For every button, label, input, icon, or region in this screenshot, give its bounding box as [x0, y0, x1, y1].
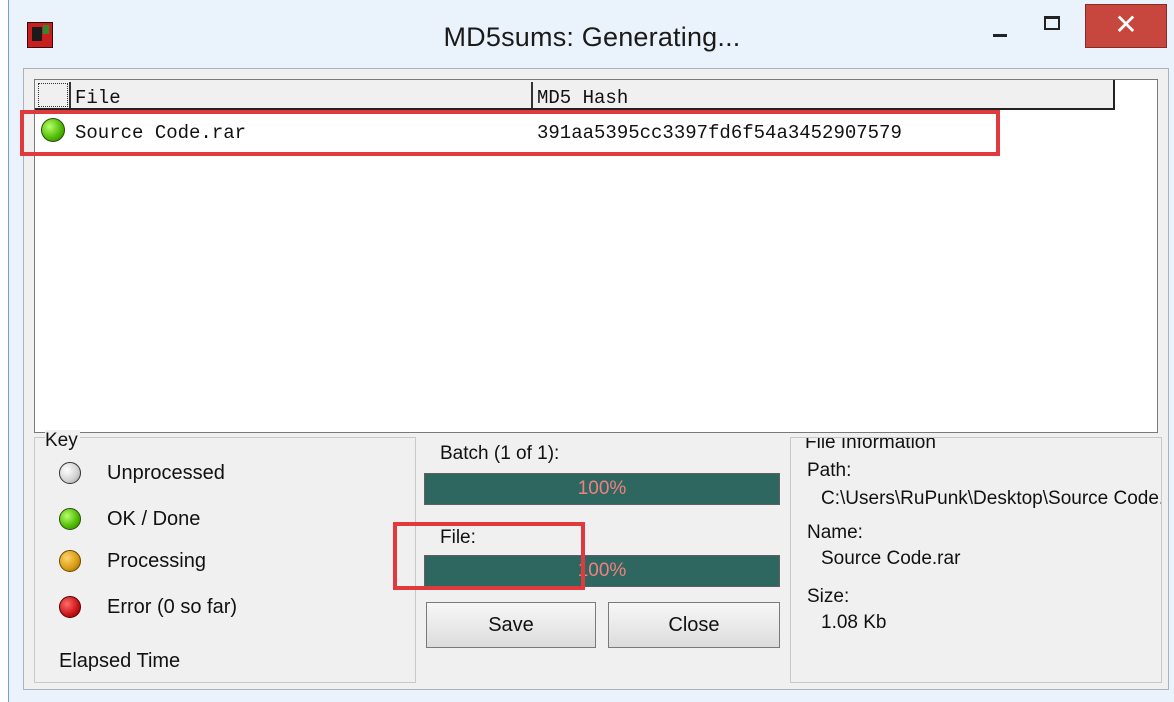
key-title: Key	[45, 430, 80, 452]
file-info-title: File Information	[805, 438, 938, 454]
file-list[interactable]: File MD5 Hash Source Code.rar 391aa5395c…	[34, 79, 1158, 433]
path-value: C:\Users\RuPunk\Desktop\Source Code.rar	[821, 488, 1162, 509]
gray-dot-icon	[59, 462, 81, 484]
file-list-header: File MD5 Hash	[35, 80, 1115, 110]
batch-progress-label: Batch (1 of 1):	[440, 443, 560, 464]
name-value: Source Code.rar	[821, 548, 961, 569]
maximize-button[interactable]	[1031, 4, 1077, 48]
key-label: Unprocessed	[107, 462, 225, 484]
path-label: Path:	[807, 460, 852, 481]
file-information-panel: File Information Path: C:\Users\RuPunk\D…	[790, 437, 1162, 683]
client-area: File MD5 Hash Source Code.rar 391aa5395c…	[23, 68, 1169, 690]
column-header-hash[interactable]: MD5 Hash	[537, 87, 628, 109]
batch-progress-text: 100%	[577, 478, 627, 499]
key-label: OK / Done	[107, 508, 201, 530]
md5-hash-cell: 391aa5395cc3397fd6f54a3452907579	[537, 122, 902, 144]
file-row[interactable]: Source Code.rar 391aa5395cc3397fd6f54a34…	[35, 114, 1115, 148]
md5sums-window: MD5sums: Generating... ✕ File MD5 Hash S…	[8, 0, 1174, 702]
select-all-checkbox[interactable]	[38, 83, 68, 107]
column-divider[interactable]	[531, 82, 533, 108]
orange-dot-icon	[59, 550, 81, 572]
file-progress-text: 100%	[577, 560, 627, 581]
column-header-file[interactable]: File	[75, 87, 121, 109]
elapsed-time-label: Elapsed Time	[59, 650, 181, 672]
key-legend: Key Unprocessed OK / Done Processing Err…	[34, 430, 416, 683]
name-label: Name:	[807, 522, 863, 543]
close-button[interactable]: Close	[608, 602, 780, 648]
size-value: 1.08 Kb	[821, 612, 887, 633]
key-label: Error (0 so far)	[107, 596, 238, 618]
batch-progress-bar: 100%	[424, 473, 780, 505]
title-bar[interactable]: MD5sums: Generating... ✕	[9, 0, 1174, 64]
size-label: Size:	[807, 586, 850, 607]
minimize-button[interactable]	[979, 4, 1025, 48]
file-name-cell: Source Code.rar	[75, 122, 247, 144]
key-label: Processing	[107, 550, 206, 572]
red-dot-icon	[59, 596, 81, 618]
file-progress-bar: 100%	[424, 555, 780, 587]
status-ok-icon	[41, 118, 65, 142]
column-divider[interactable]	[69, 82, 71, 108]
green-dot-icon	[59, 508, 81, 530]
file-progress-label: File:	[440, 527, 476, 548]
save-button[interactable]: Save	[426, 602, 596, 648]
window-close-button[interactable]: ✕	[1085, 4, 1167, 48]
